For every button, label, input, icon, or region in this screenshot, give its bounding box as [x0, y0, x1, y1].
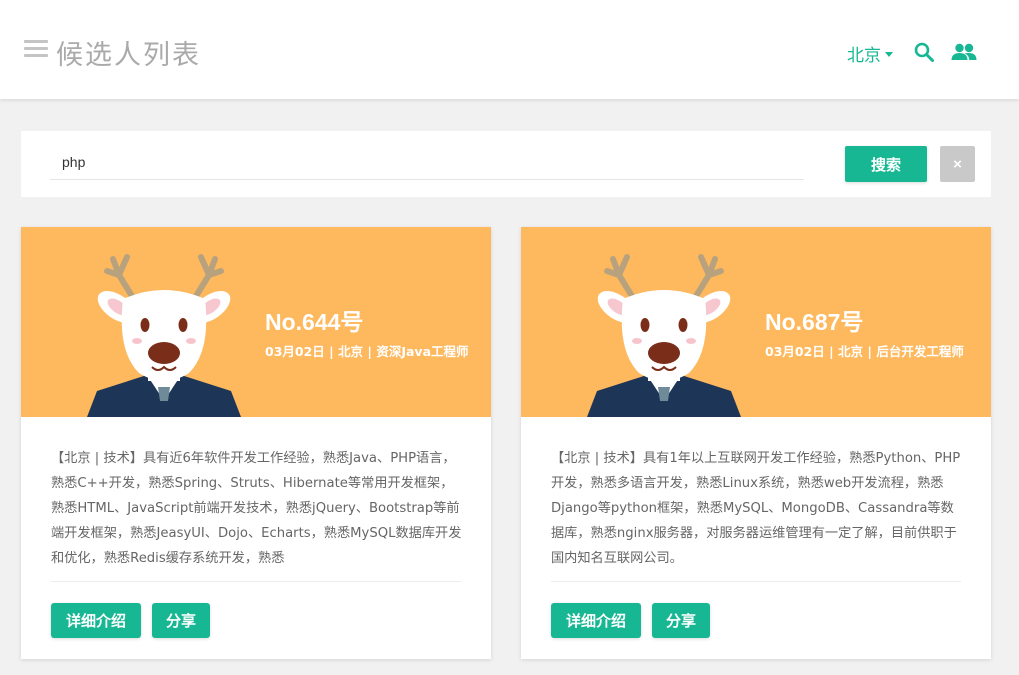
clear-button[interactable]: × — [940, 146, 975, 182]
city-selector[interactable]: 北京 — [847, 41, 893, 66]
candidate-description: 【北京 | 技术】具有1年以上互联网开发工作经验，熟悉Python、PHP开发，… — [551, 451, 961, 566]
candidate-card: No.687号 03月02日 | 北京 | 后台开发工程师 【北京 | 技术】具… — [521, 227, 991, 659]
page-title: 候选人列表 — [56, 40, 201, 71]
caret-down-icon — [885, 52, 893, 57]
search-button[interactable]: 搜索 — [845, 146, 927, 182]
share-button[interactable]: 分享 — [152, 603, 210, 638]
divider — [51, 581, 461, 582]
deer-avatar-illustration — [87, 254, 241, 417]
deer-avatar-illustration — [587, 254, 741, 417]
candidate-number: No.687号 — [765, 309, 864, 335]
app-header: 候选人列表 北京 — [0, 0, 1019, 99]
search-panel: 搜索 × — [21, 131, 991, 197]
detail-button[interactable]: 详细介绍 — [51, 603, 141, 638]
card-banner: No.644号 03月02日 | 北京 | 资深Java工程师 — [21, 227, 491, 417]
card-banner: No.687号 03月02日 | 北京 | 后台开发工程师 — [521, 227, 991, 417]
candidate-meta: 03月02日 | 北京 | 后台开发工程师 — [765, 344, 964, 359]
people-icon[interactable] — [951, 43, 977, 61]
menu-icon[interactable] — [24, 40, 48, 60]
candidate-card: No.644号 03月02日 | 北京 | 资深Java工程师 【北京 | 技术… — [21, 227, 491, 659]
search-icon[interactable] — [914, 42, 934, 62]
search-input[interactable] — [50, 145, 804, 180]
detail-button[interactable]: 详细介绍 — [551, 603, 641, 638]
share-button[interactable]: 分享 — [652, 603, 710, 638]
candidate-number: No.644号 — [265, 309, 364, 335]
candidate-meta: 03月02日 | 北京 | 资深Java工程师 — [265, 344, 469, 359]
city-label: 北京 — [847, 46, 881, 66]
divider — [551, 581, 961, 582]
candidate-description: 【北京 | 技术】具有近6年软件开发工作经验，熟悉Java、PHP语言，熟悉C+… — [51, 451, 462, 566]
